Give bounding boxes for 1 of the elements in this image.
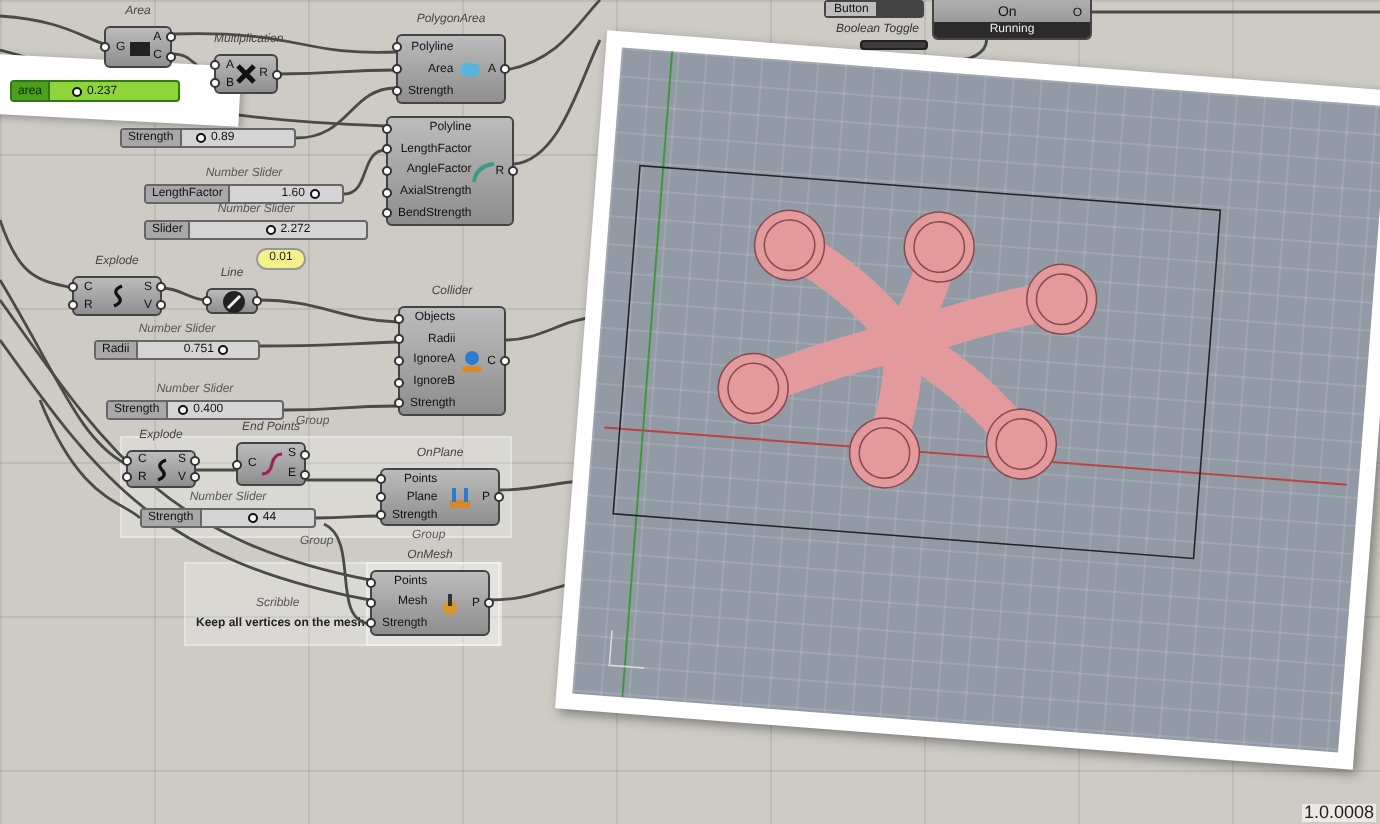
version-label: 1.0.0008	[1301, 804, 1376, 822]
